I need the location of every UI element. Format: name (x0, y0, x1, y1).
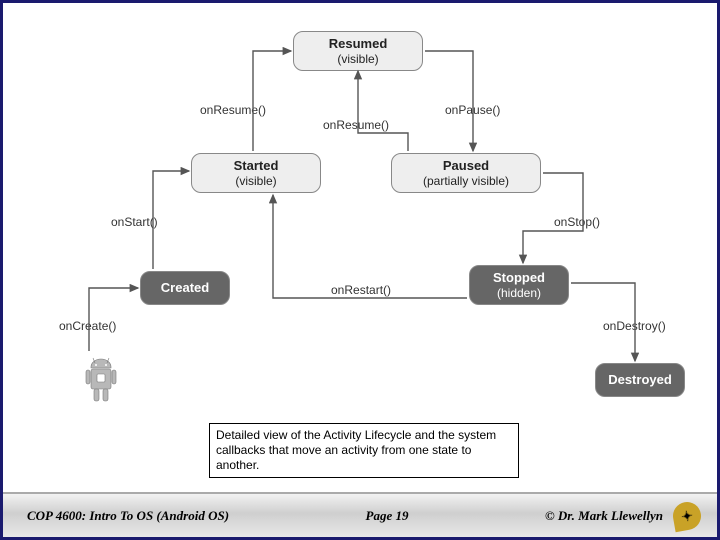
state-title: Destroyed (604, 372, 676, 388)
edge-onresume1-label: onResume() (200, 103, 266, 117)
diagram-caption: Detailed view of the Activity Lifecycle … (209, 423, 519, 478)
lifecycle-diagram: Resumed (visible) Started (visible) Paus… (3, 3, 717, 461)
state-title: Paused (400, 158, 532, 174)
slide-footer: COP 4600: Intro To OS (Android OS) Page … (3, 492, 717, 537)
footer-author: © Dr. Mark Llewellyn (545, 508, 663, 524)
edge-onpause-label: onPause() (445, 103, 500, 117)
edge-onstop-label: onStop() (554, 215, 600, 229)
state-created: Created (140, 271, 230, 305)
android-robot-icon (81, 355, 121, 407)
state-title: Resumed (302, 36, 414, 52)
state-sub: (partially visible) (400, 174, 532, 188)
state-title: Started (200, 158, 312, 174)
state-resumed: Resumed (visible) (293, 31, 423, 71)
edge-ondestroy-label: onDestroy() (603, 319, 666, 333)
state-sub: (hidden) (478, 286, 560, 300)
edge-oncreate-label: onCreate() (59, 319, 116, 333)
edge-onstart-label: onStart() (111, 215, 158, 229)
state-started: Started (visible) (191, 153, 321, 193)
footer-course: COP 4600: Intro To OS (Android OS) (27, 508, 229, 524)
ucf-logo-icon: ✦ (671, 499, 703, 531)
state-sub: (visible) (302, 52, 414, 66)
state-paused: Paused (partially visible) (391, 153, 541, 193)
state-title: Created (149, 280, 221, 296)
state-title: Stopped (478, 270, 560, 286)
state-sub: (visible) (200, 174, 312, 188)
footer-page: Page 19 (366, 508, 409, 524)
edge-onrestart-label: onRestart() (331, 283, 391, 297)
state-stopped: Stopped (hidden) (469, 265, 569, 305)
edge-onresume2-label: onResume() (323, 118, 389, 132)
state-destroyed: Destroyed (595, 363, 685, 397)
